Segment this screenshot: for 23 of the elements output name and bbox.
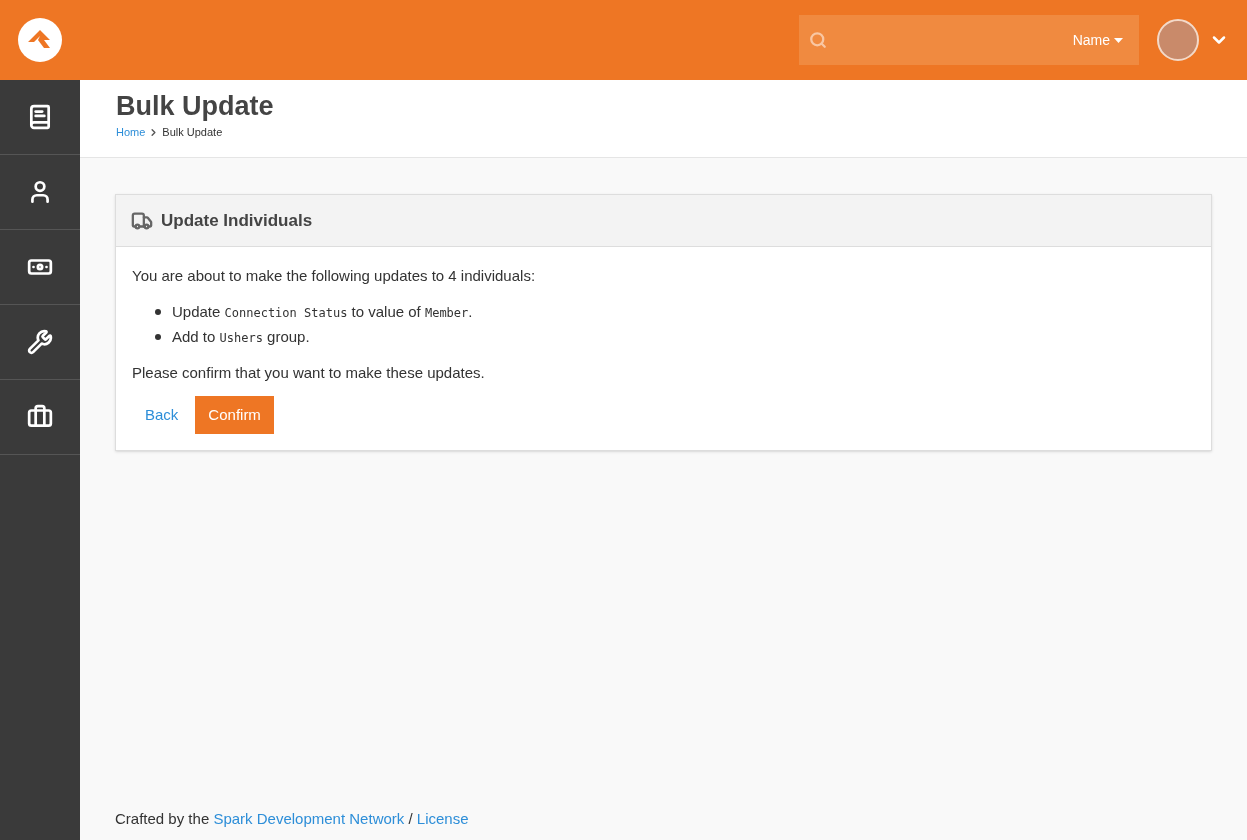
breadcrumb-link[interactable]: Home <box>116 124 146 141</box>
breadcrumb-current: Bulk Update <box>162 125 223 140</box>
bullet-icon <box>155 334 161 340</box>
briefcase-icon <box>27 404 53 430</box>
update-item: Add to Ushers group. <box>172 326 310 347</box>
wrench-icon <box>27 329 53 355</box>
confirm-button[interactable]: Confirm <box>195 396 274 434</box>
filter-dropdown[interactable]: Name <box>1072 29 1129 51</box>
page-title: Bulk Update <box>116 90 275 122</box>
footer-link[interactable]: License <box>416 809 469 827</box>
logo-icon[interactable] <box>18 18 62 62</box>
footer-text: Crafted by the Spark Development Network / License <box>115 808 470 829</box>
caret-icon <box>1114 37 1123 43</box>
update-item: Update Connection Status to value of Member. <box>172 301 473 322</box>
bullet-icon <box>155 309 161 315</box>
search-field[interactable]: Name <box>799 15 1139 65</box>
intro-text: You are about to make the following updates to 4 individuals: <box>132 266 537 286</box>
footer-link[interactable]: Spark Development Network <box>213 809 405 827</box>
search-icon <box>809 31 827 49</box>
back-link[interactable]: Back <box>132 396 192 434</box>
book-icon <box>27 104 53 130</box>
panel-title: Update Individuals <box>161 209 313 232</box>
confirm-text: Please confirm that you want to make these updates. <box>132 362 486 383</box>
